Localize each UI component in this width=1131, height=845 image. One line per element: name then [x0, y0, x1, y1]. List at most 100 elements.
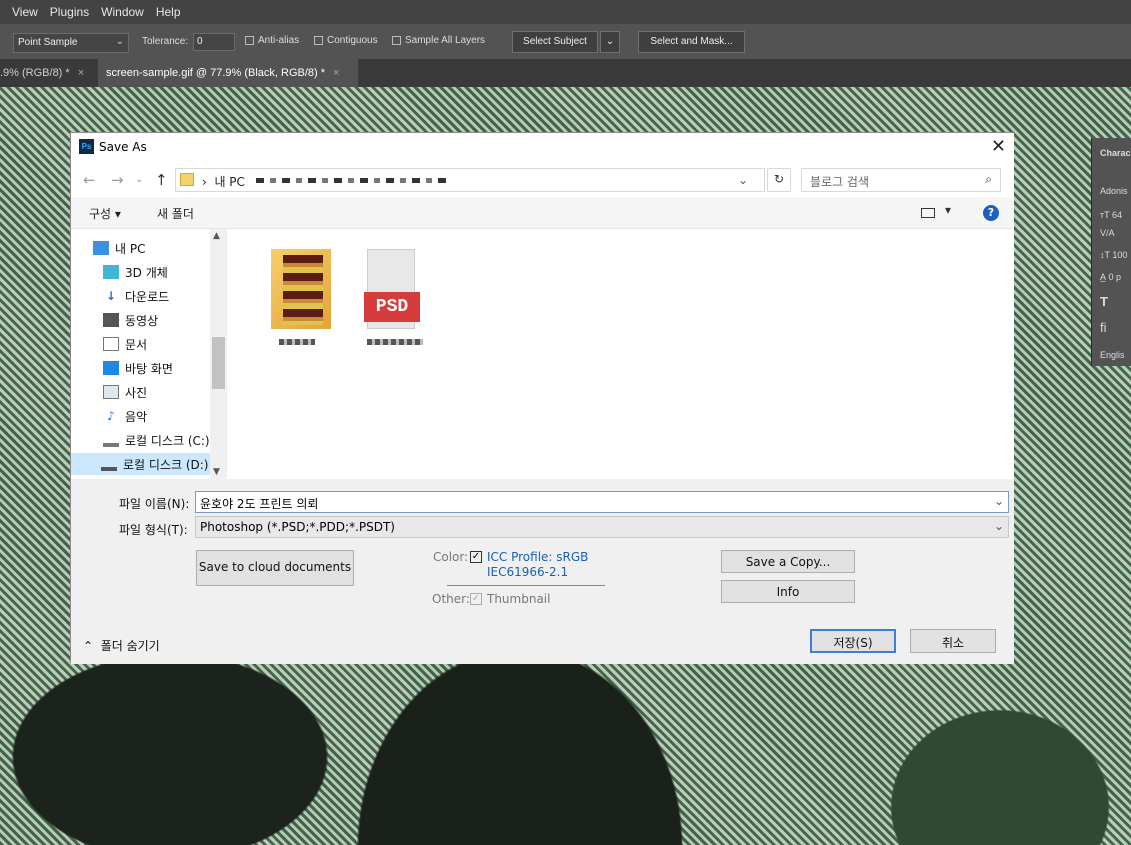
help-icon[interactable]: ?	[983, 205, 999, 221]
view-icon[interactable]	[921, 208, 935, 218]
nav-label: 3D 개체	[125, 265, 168, 280]
antialias-checkbox[interactable]: Anti-alias	[245, 35, 299, 46]
nav-item-desktop[interactable]: 바탕 화면	[103, 357, 173, 379]
select-and-mask-button[interactable]: Select and Mask...	[638, 31, 745, 53]
nav-item-music[interactable]: ♪ 음악	[103, 405, 147, 427]
menu-help[interactable]: Help	[156, 5, 181, 19]
tracking-icon: A̲	[1100, 272, 1107, 282]
forward-arrow-icon[interactable]: →	[111, 171, 124, 189]
nav-item-pictures[interactable]: 사진	[103, 381, 147, 403]
kerning-field[interactable]: V/A	[1100, 228, 1115, 238]
font-family-field[interactable]: Adonis	[1100, 186, 1128, 196]
sample-size-select[interactable]: Point Sample ⌄	[13, 33, 129, 53]
language-select[interactable]: Englis	[1100, 350, 1125, 360]
nav-label: 문서	[125, 337, 148, 352]
chevron-down-icon[interactable]: ⌄	[738, 173, 748, 187]
menu-plugins[interactable]: Plugins	[50, 5, 89, 19]
close-icon[interactable]: ×	[78, 67, 84, 79]
sample-all-layers-checkbox[interactable]: Sample All Layers	[392, 35, 485, 46]
nav-label: 로컬 디스크 (C:)	[125, 433, 210, 448]
save-button[interactable]: 저장(S)	[810, 629, 896, 653]
close-icon[interactable]: ×	[333, 67, 339, 79]
filetype-select[interactable]: Photoshop (*.PSD;*.PDD;*.PSDT) ⌄	[195, 516, 1009, 538]
tracking-field[interactable]: A̲ 0 p	[1100, 272, 1121, 282]
address-bar[interactable]: › 내 PC ⌄	[175, 168, 765, 192]
select-subject-button[interactable]: Select Subject	[512, 31, 598, 53]
chevron-down-icon[interactable]: ▼	[213, 467, 220, 477]
close-icon[interactable]: ✕	[991, 136, 1006, 157]
nav-label: 로컬 디스크 (D:)	[123, 457, 209, 472]
antialias-label: Anti-alias	[258, 35, 300, 46]
nav-label: 바탕 화면	[125, 361, 173, 376]
leading-icon: ↕T	[1100, 250, 1110, 260]
psd-file-icon: PSD	[364, 249, 420, 329]
contiguous-checkbox[interactable]: Contiguous	[314, 35, 378, 46]
nav-label: 동영상	[125, 313, 159, 328]
select-subject-dropdown[interactable]: ⌄	[600, 31, 620, 53]
computer-icon	[93, 241, 109, 255]
info-button[interactable]: Info	[721, 580, 855, 603]
nav-label: 다운로드	[125, 289, 170, 304]
psd-file-item[interactable]: PSD	[347, 239, 437, 359]
chevron-up-icon[interactable]: ▲	[213, 231, 220, 241]
refresh-icon[interactable]: ↻	[767, 168, 791, 192]
hide-folders-toggle[interactable]: ⌃ 폴더 숨기기	[83, 637, 160, 654]
drive-icon	[103, 433, 119, 447]
save-to-cloud-button[interactable]: Save to cloud documents	[196, 550, 354, 586]
nav-item-videos[interactable]: 동영상	[103, 309, 158, 331]
chevron-up-icon: ⌃	[83, 639, 94, 653]
nav-item-this-pc[interactable]: 내 PC	[93, 237, 145, 259]
address-row: ← → ⌄ ↑ › 내 PC ⌄ ↻ 블로그 검색 ⌕	[71, 163, 1014, 197]
tolerance-input[interactable]: 0	[193, 33, 235, 51]
dialog-bottom: 파일 이름(N): 윤호야 2도 프린트 의뢰 ⌄ 파일 형식(T): Photo…	[71, 479, 1014, 664]
divider	[447, 585, 605, 586]
blurred-filename	[367, 339, 423, 345]
tab-document-2[interactable]: screen-sample.gif @ 77.9% (Black, RGB/8)…	[98, 59, 358, 87]
nav-item-drive-c[interactable]: 로컬 디스크 (C:)	[103, 429, 210, 451]
font-size-icon: ᴛT	[1100, 210, 1110, 220]
menu-window[interactable]: Window	[101, 5, 144, 19]
kerning-icon: V/A	[1100, 228, 1115, 238]
blurred-path	[256, 178, 446, 183]
filename-input[interactable]: 윤호야 2도 프린트 의뢰 ⌄	[195, 491, 1009, 513]
chevron-down-icon: ⌄	[115, 36, 124, 47]
nav-item-downloads[interactable]: ↓ 다운로드	[103, 285, 169, 307]
contiguous-label: Contiguous	[327, 35, 378, 46]
new-folder-button[interactable]: 새 폴더	[157, 205, 194, 222]
font-size-field[interactable]: ᴛT 64	[1100, 210, 1122, 220]
nav-item-3d[interactable]: 3D 개체	[103, 261, 168, 283]
drive-icon	[101, 457, 117, 471]
search-input[interactable]: 블로그 검색 ⌕	[801, 168, 1001, 192]
file-list: PSD	[227, 229, 1014, 479]
scrollbar-thumb[interactable]	[212, 337, 225, 389]
folder-icon	[271, 249, 331, 329]
navigation-pane: 내 PC 3D 개체 ↓ 다운로드 동영상 문서 바탕 화면 사진 ♪ 음악 로컬 …	[71, 229, 226, 479]
chevron-down-icon[interactable]: ▾	[945, 203, 951, 217]
back-arrow-icon[interactable]: ←	[83, 171, 96, 189]
panel-title: Charac	[1100, 148, 1131, 158]
document-tabs: .9% (RGB/8) * × screen-sample.gif @ 77.9%…	[0, 59, 1131, 87]
other-label: Other:	[432, 592, 470, 606]
breadcrumb-item[interactable]: 내 PC	[214, 175, 244, 189]
menu-view[interactable]: View	[12, 5, 38, 19]
chevron-down-icon: ⌄	[605, 36, 615, 47]
icc-profile-checkbox[interactable]: ✓	[470, 551, 482, 563]
folder-item[interactable]	[251, 239, 341, 359]
icc-profile-label[interactable]: ICC Profile: sRGB	[487, 550, 588, 564]
dialog-titlebar: Ps Save As ✕	[71, 133, 1014, 163]
ligature-icon[interactable]: fi	[1100, 320, 1107, 335]
leading-field[interactable]: ↕T 100	[1100, 250, 1127, 260]
chevron-down-icon[interactable]: ⌄	[135, 174, 143, 185]
chevron-down-icon[interactable]: ⌄	[994, 494, 1004, 508]
save-a-copy-button[interactable]: Save a Copy...	[721, 550, 855, 573]
bold-text-icon[interactable]: T	[1100, 294, 1108, 309]
desktop-icon	[103, 361, 119, 375]
cancel-button[interactable]: 취소	[910, 629, 996, 653]
nav-item-drive-d[interactable]: 로컬 디스크 (D:)	[71, 453, 211, 475]
search-icon: ⌕	[985, 172, 992, 186]
organize-button[interactable]: 구성 ▾	[89, 205, 121, 222]
tab-document-1[interactable]: .9% (RGB/8) * ×	[0, 59, 95, 87]
up-arrow-icon[interactable]: ↑	[155, 171, 168, 189]
nav-item-documents[interactable]: 문서	[103, 333, 147, 355]
nav-scrollbar[interactable]: ▲ ▼	[210, 229, 226, 479]
